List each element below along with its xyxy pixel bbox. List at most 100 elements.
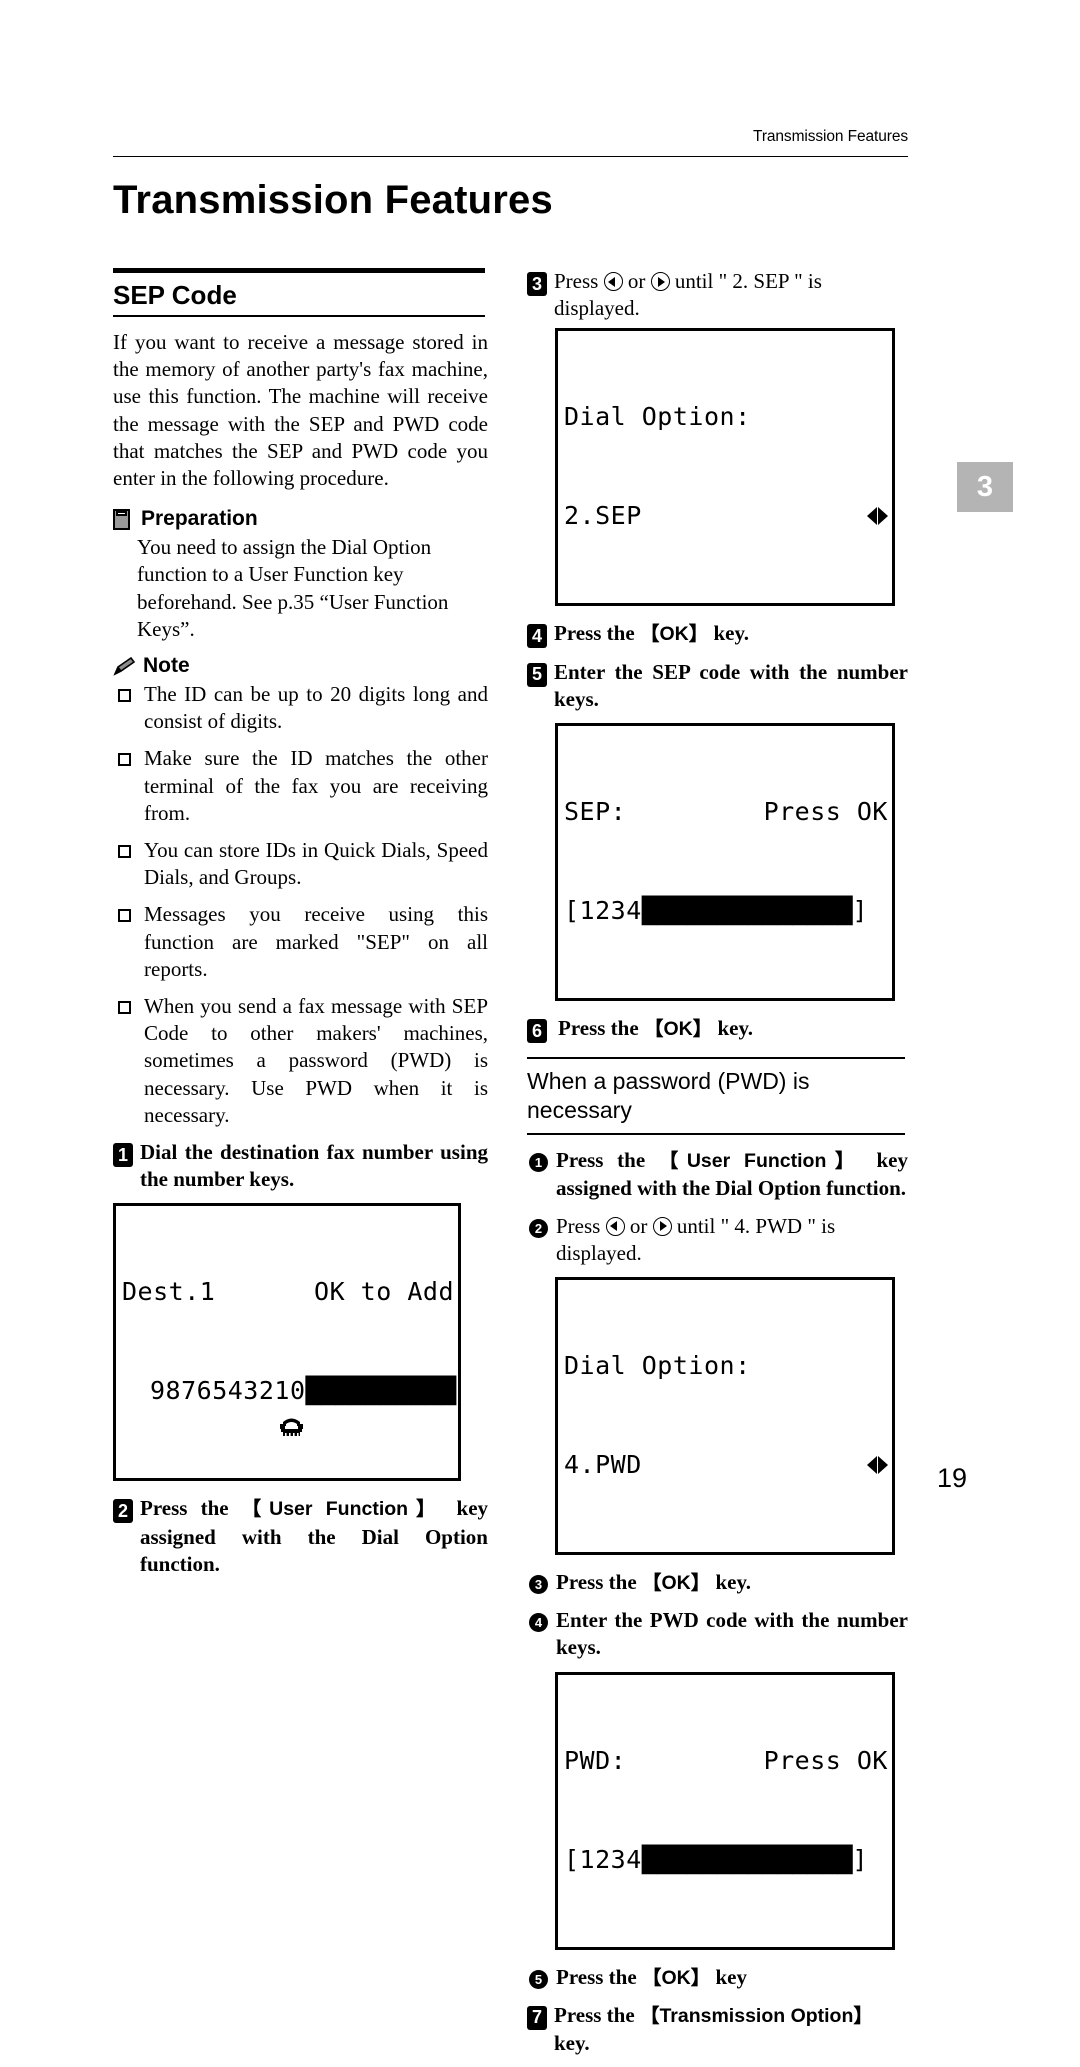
step-text: Press the 【Transmission Option】 key.: [554, 2002, 908, 2057]
substep-number: 4: [529, 1613, 548, 1633]
substep-text: Press the 【OK】 key: [556, 1964, 908, 1992]
step-3: 3 Press or until " 2. SEP " is displayed…: [527, 268, 908, 322]
note-label: Note: [143, 654, 190, 678]
note-bullet-icon: [118, 753, 131, 767]
lcd-dest-blocks: ██████████: [305, 1376, 457, 1406]
substep-number: 1: [529, 1153, 548, 1173]
ok-keycap: 【OK】: [641, 1966, 711, 1989]
lcd-dialopt-title: Dial Option:: [564, 402, 751, 432]
lcd-dialopt-title: Dial Option:: [564, 1351, 751, 1381]
substep-text-after: key.: [710, 1570, 752, 1595]
book-icon: [113, 509, 133, 531]
substep-text: Press the 【User Function】 key assigned w…: [556, 1147, 908, 1202]
substep-text: Press the 【OK】 key.: [556, 1569, 908, 1597]
substep-number: 3: [529, 1575, 548, 1595]
right-column: 3 Press or until " 2. SEP " is displayed…: [527, 268, 908, 2067]
preparation-label: Preparation: [141, 507, 258, 531]
note-item: When you send a fax message with SEP Cod…: [113, 993, 488, 1129]
note-heading: Note: [113, 653, 488, 679]
step-number: 1: [113, 1143, 133, 1168]
substep-text-before: Press the: [556, 1964, 642, 1989]
note-item-text: The ID can be up to 20 digits long and c…: [144, 682, 488, 734]
step-5: 5 Enter the SEP code with the number key…: [527, 659, 908, 713]
substep-text: Press or until " 4. PWD " is displayed.: [556, 1213, 908, 1267]
running-header: Transmission Features: [753, 128, 908, 145]
note-item: Make sure the ID matches the other termi…: [113, 745, 488, 827]
lcd-sep-suffix: ]: [852, 896, 869, 926]
lcd-sep-title: SEP:: [564, 797, 627, 827]
note-item-text: When you send a fax message with SEP Cod…: [144, 994, 488, 1127]
lcd-dial-option-sep: Dial Option: 2.SEP: [555, 328, 895, 607]
substep-3: 3 Press the 【OK】 key.: [527, 1569, 908, 1597]
step-text-before: Press the: [140, 1496, 242, 1521]
left-arrow-key-icon: [605, 1216, 625, 1236]
step-number: 7: [527, 2005, 547, 2030]
preparation-heading: Preparation: [113, 506, 488, 532]
step-text: Press or until " 2. SEP " is displayed.: [554, 268, 908, 322]
step-text: Press the 【OK】 key.: [558, 1015, 908, 1043]
lcd-pwd-blocks: ██████████████: [641, 1844, 853, 1874]
substep-number: 5: [529, 1969, 548, 1989]
note-item-text: Make sure the ID matches the other termi…: [144, 746, 488, 825]
lcd-dialopt-value: 4.PWD: [564, 1450, 642, 1480]
page-number: 19: [936, 1463, 967, 1493]
lcd-pwd-title: PWD:: [564, 1745, 627, 1775]
step-number: 4: [527, 624, 547, 649]
step-text: Press the 【OK】 key.: [554, 620, 908, 648]
lcd-sep-prefix: [1234: [564, 896, 642, 926]
note-bullet-icon: [118, 1001, 131, 1015]
substep-2: 2 Press or until " 4. PWD " is displayed…: [527, 1213, 908, 1267]
subsection-rule-bottom: [527, 1133, 905, 1136]
step-2: 2 Press the 【User Function】 key assigned…: [113, 1495, 488, 1578]
substep-1: 1 Press the 【User Function】 key assigned…: [527, 1147, 908, 1202]
left-right-arrows-icon: [867, 1455, 888, 1474]
lcd-dest-hint: OK to Add: [314, 1277, 454, 1307]
step-text-after: key.: [554, 2031, 590, 2056]
substep-5: 5 Press the 【OK】 key: [527, 1964, 908, 1992]
lcd-dest-title: Dest.1: [122, 1277, 216, 1307]
step-number: 3: [527, 272, 547, 296]
right-arrow-key-icon: [652, 1216, 672, 1236]
left-arrow-key-icon: [603, 272, 623, 291]
lcd-dialopt-value: 2.SEP: [564, 501, 642, 531]
note-item-text: You can store IDs in Quick Dials, Speed …: [144, 838, 488, 890]
substep-text-before: Press the: [556, 1570, 642, 1595]
note-item: Messages you receive using this function…: [113, 901, 488, 983]
lcd-pwd-entry: PWD: Press OK [1234 ██████████████ ]: [555, 1671, 895, 1950]
lcd-pwd-suffix: ]: [852, 1844, 869, 1874]
substep-number: 2: [529, 1218, 548, 1238]
step-text-before: Press: [554, 269, 604, 293]
left-column: SEP Code If you want to receive a messag…: [113, 268, 488, 1588]
note-item: You can store IDs in Quick Dials, Speed …: [113, 837, 488, 891]
chapter-thumb-tab: 3: [957, 462, 1013, 512]
user-function-keycap: 【User Function】: [658, 1150, 863, 1173]
note-bullet-icon: [118, 845, 131, 859]
note-bullet-icon: [118, 909, 131, 923]
step-text-before: Press the: [558, 1016, 644, 1041]
subsection-title: When a password (PWD) is necessary: [527, 1068, 810, 1124]
step-text: Enter the SEP code with the number keys.: [554, 659, 908, 711]
lcd-pwd-hint: Press OK: [763, 1745, 888, 1775]
substep-text: Enter the PWD code with the number keys.: [556, 1608, 908, 1660]
note-bullet-icon: [118, 689, 131, 703]
lcd-sep-blocks: ██████████████: [641, 896, 853, 926]
step-number: 6: [527, 1019, 547, 1044]
pencil-icon: [113, 656, 136, 677]
user-function-keycap: 【User Function】: [241, 1498, 444, 1521]
step-number: 2: [113, 1499, 133, 1524]
substep-text-after: key: [710, 1964, 747, 1989]
ok-keycap: 【OK】: [643, 1018, 713, 1041]
step-text: Press the 【User Function】 key assigned w…: [140, 1495, 488, 1578]
lcd-pwd-prefix: [1234: [564, 1844, 642, 1874]
substep-4: 4 Enter the PWD code with the number key…: [527, 1607, 908, 1661]
step-text-before: Press the: [554, 621, 640, 646]
page-title: Transmission Features: [113, 178, 553, 222]
step-text-mid: or: [622, 269, 651, 293]
note-item: The ID can be up to 20 digits long and c…: [113, 681, 488, 735]
step-7: 7 Press the 【Transmission Option】 key.: [527, 2002, 908, 2057]
lcd-dest-number: 9876543210: [150, 1376, 306, 1406]
step-4: 4 Press the 【OK】 key.: [527, 620, 908, 649]
transmission-option-keycap: 【Transmission Option】: [639, 2004, 873, 2027]
step-6: 6 Press the 【OK】 key.: [527, 1015, 908, 1044]
ok-keycap: 【OK】: [641, 1572, 711, 1595]
